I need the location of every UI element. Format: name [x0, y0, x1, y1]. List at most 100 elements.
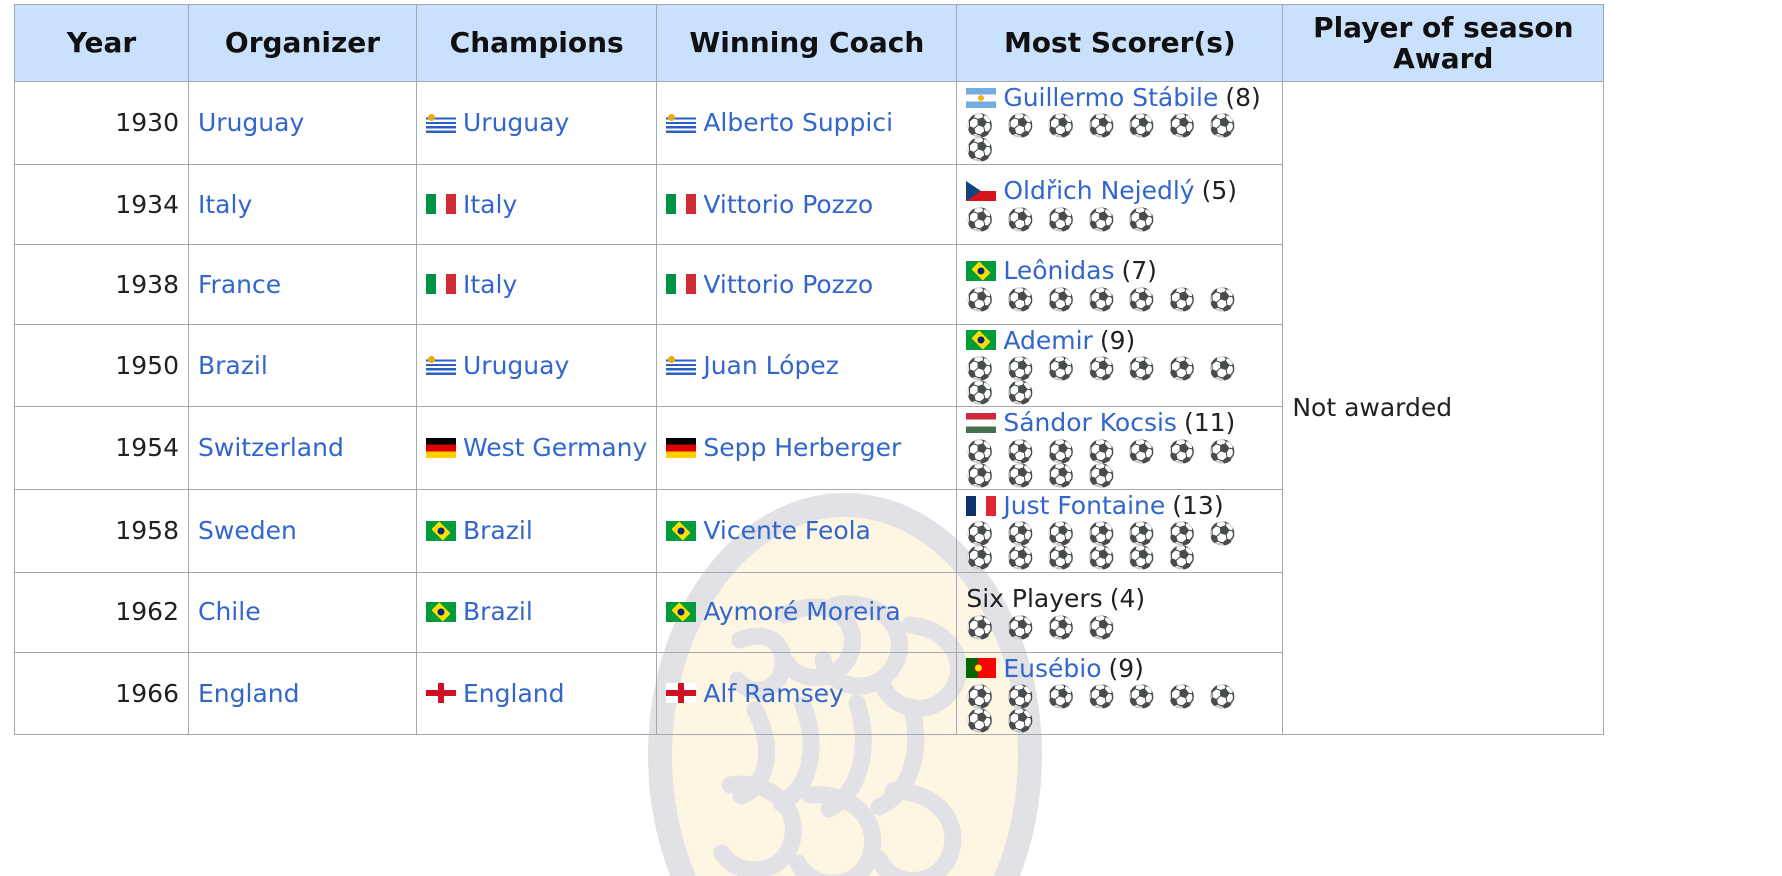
cell-organizer: Switzerland: [188, 406, 417, 490]
cell-year: 1930: [14, 81, 189, 165]
uruguay-flag: [426, 355, 456, 376]
cell-winning-coach: Vittorio Pozzo: [656, 163, 958, 245]
champion-link[interactable]: Italy: [463, 189, 517, 220]
cell-year: 1962: [14, 571, 189, 653]
organizer-link[interactable]: Chile: [198, 596, 261, 627]
coach-link[interactable]: Aymoré Moreira: [703, 596, 900, 627]
cell-champion: Uruguay: [415, 323, 658, 408]
scorer-link[interactable]: Ademir: [1003, 325, 1093, 356]
argentina-flag: [966, 87, 997, 108]
champion-link[interactable]: Italy: [463, 269, 517, 300]
brazil-flag: [426, 520, 456, 541]
germany-flag: [426, 438, 456, 459]
cell-year: 1958: [14, 488, 189, 573]
fifa-world-cup-table-wrapper: Year Organizer Champions Winning Coach M…: [14, 4, 1605, 736]
portugal-flag: [966, 658, 997, 679]
cell-year: 1966: [14, 651, 189, 736]
column-header-year[interactable]: Year: [14, 4, 189, 82]
scorer-link[interactable]: Eusébio: [1003, 653, 1101, 684]
italy-flag: [666, 274, 697, 295]
world-cup-results-table: Year Organizer Champions Winning Coach M…: [14, 4, 1605, 736]
goal-ball-icons: ⚽ ⚽ ⚽ ⚽: [966, 615, 1118, 641]
champion-link[interactable]: Brazil: [463, 515, 533, 546]
scorer-link[interactable]: Oldřich Nejedlý: [1003, 175, 1194, 206]
organizer-link[interactable]: Brazil: [198, 350, 268, 381]
cell-champion: Italy: [415, 163, 658, 245]
coach-link[interactable]: Alberto Suppici: [703, 107, 893, 138]
england-flag: [666, 683, 697, 704]
column-header-organizer[interactable]: Organizer: [188, 4, 417, 82]
brazil-flag: [666, 602, 697, 622]
scorer-link[interactable]: Leônidas: [1003, 255, 1114, 286]
organizer-link[interactable]: France: [198, 269, 281, 300]
champion-link[interactable]: Uruguay: [463, 350, 569, 381]
coach-link[interactable]: Alf Ramsey: [703, 678, 844, 709]
organizer-link[interactable]: Switzerland: [198, 432, 344, 463]
table-head: Year Organizer Champions Winning Coach M…: [14, 4, 1605, 82]
column-header-most-scorers[interactable]: Most Scorer(s): [956, 4, 1284, 82]
cell-champion: West Germany: [415, 406, 658, 490]
goal-ball-icons: ⚽ ⚽ ⚽ ⚽ ⚽ ⚽ ⚽ ⚽: [966, 114, 1240, 164]
italy-flag: [426, 274, 456, 295]
organizer-link[interactable]: England: [198, 678, 300, 709]
header-row: Year Organizer Champions Winning Coach M…: [14, 4, 1605, 82]
cell-winning-coach: Alf Ramsey: [656, 651, 958, 736]
goal-count: (7): [1121, 256, 1157, 286]
scorer-link[interactable]: Sándor Kocsis: [1003, 407, 1177, 438]
scorer-link[interactable]: Just Fontaine: [1003, 490, 1165, 521]
italy-flag: [426, 194, 456, 215]
column-header-champions[interactable]: Champions: [415, 4, 658, 82]
coach-link[interactable]: Vicente Feola: [703, 515, 871, 546]
cell-most-scorer: Leônidas (7) ⚽ ⚽ ⚽ ⚽ ⚽ ⚽ ⚽: [956, 243, 1284, 325]
champion-link[interactable]: West Germany: [463, 432, 647, 463]
cell-organizer: Brazil: [188, 323, 417, 408]
italy-flag: [666, 194, 697, 215]
champion-link[interactable]: Brazil: [463, 596, 533, 627]
page-root: Year Organizer Champions Winning Coach M…: [0, 0, 1782, 876]
organizer-link[interactable]: Italy: [198, 189, 252, 220]
goal-count: (4): [1109, 584, 1146, 614]
table-body: 1930 Uruguay Uruguay Alberto Suppici Guiller…: [14, 80, 1605, 736]
coach-link[interactable]: Juan López: [703, 350, 839, 381]
column-header-player-of-season-award[interactable]: Player of season Award: [1282, 4, 1605, 82]
uruguay-flag: [426, 112, 456, 133]
germany-flag: [666, 438, 697, 459]
coach-link[interactable]: Vittorio Pozzo: [703, 189, 873, 220]
goal-count: (9): [1099, 325, 1136, 355]
goal-count: (9): [1108, 653, 1144, 683]
goal-count: (11): [1183, 408, 1236, 438]
brazil-flag: [666, 520, 697, 541]
cell-most-scorer: Eusébio (9) ⚽ ⚽ ⚽ ⚽ ⚽ ⚽ ⚽ ⚽ ⚽: [956, 651, 1284, 736]
cell-most-scorer: Guillermo Stábile (8) ⚽ ⚽ ⚽ ⚽ ⚽ ⚽ ⚽ ⚽: [956, 81, 1284, 165]
cell-organizer: England: [188, 651, 417, 736]
france-flag: [966, 495, 997, 516]
champion-link[interactable]: Uruguay: [463, 107, 569, 138]
cell-champion: England: [415, 651, 658, 736]
cell-most-scorer: Oldřich Nejedlý (5) ⚽ ⚽ ⚽ ⚽ ⚽: [956, 163, 1284, 245]
table-row: 1930 Uruguay Uruguay Alberto Suppici Guiller…: [14, 80, 1605, 736]
goal-ball-icons: ⚽ ⚽ ⚽ ⚽ ⚽ ⚽ ⚽: [966, 287, 1240, 313]
cell-year: 1954: [14, 406, 189, 490]
coach-link[interactable]: Vittorio Pozzo: [703, 269, 873, 300]
cell-most-scorer: Sándor Kocsis (11) ⚽ ⚽ ⚽ ⚽ ⚽ ⚽ ⚽ ⚽ ⚽ ⚽ ⚽: [956, 406, 1284, 490]
cell-winning-coach: Juan López: [656, 323, 958, 408]
coach-link[interactable]: Sepp Herberger: [703, 432, 901, 463]
brazil-flag: [426, 602, 456, 622]
cell-champion: Brazil: [415, 488, 658, 573]
cell-organizer: Uruguay: [188, 81, 417, 165]
champion-link[interactable]: England: [463, 678, 565, 709]
hungary-flag: [966, 412, 997, 433]
cell-most-scorer: Six Players (4) ⚽ ⚽ ⚽ ⚽: [956, 571, 1284, 653]
organizer-link[interactable]: Sweden: [198, 515, 297, 546]
goal-count: (8): [1225, 83, 1261, 112]
scorer-link[interactable]: Guillermo Stábile: [1003, 82, 1218, 113]
column-header-winning-coach[interactable]: Winning Coach: [656, 4, 958, 82]
uruguay-flag: [666, 355, 697, 376]
cell-organizer: Sweden: [188, 488, 417, 573]
cell-most-scorer: Just Fontaine (13) ⚽ ⚽ ⚽ ⚽ ⚽ ⚽ ⚽ ⚽ ⚽ ⚽ ⚽ ⚽…: [956, 488, 1284, 573]
cell-winning-coach: Aymoré Moreira: [656, 571, 958, 653]
cell-organizer: Chile: [188, 571, 417, 653]
organizer-link[interactable]: Uruguay: [198, 107, 304, 138]
cell-champion: Italy: [415, 243, 658, 325]
brazil-flag: [966, 261, 997, 282]
